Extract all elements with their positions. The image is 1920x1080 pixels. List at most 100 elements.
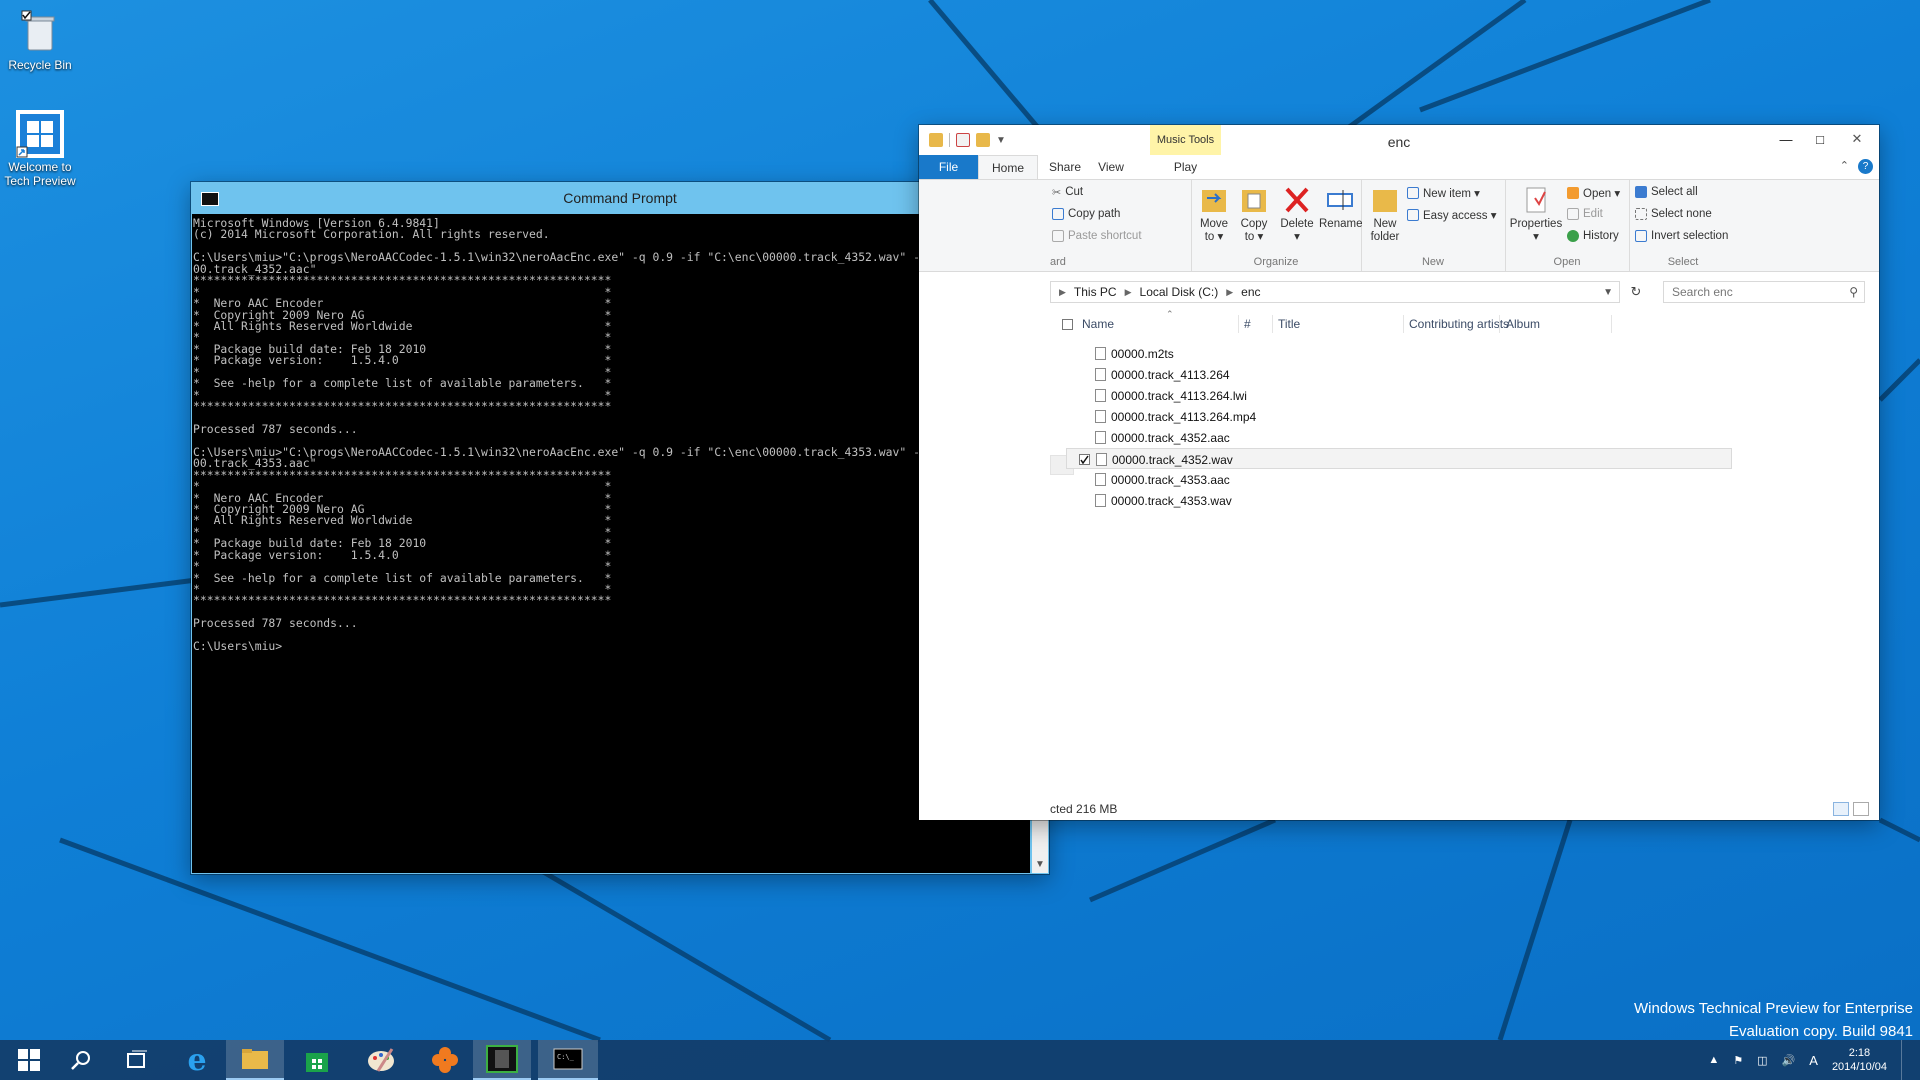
file-name: 00000.track_4352.aac xyxy=(1111,431,1230,445)
console-line: * Package build date: Feb 18 2010 * xyxy=(193,341,612,356)
ribbon-group-select: Select all Select none Invert selection … xyxy=(1629,180,1737,271)
breadcrumb-enc[interactable]: enc xyxy=(1241,285,1260,299)
file-row[interactable]: 00000.m2ts xyxy=(1066,343,1890,364)
edit-button[interactable]: Edit xyxy=(1567,208,1603,220)
console-line: * All Rights Reserved Worldwide * xyxy=(193,513,612,528)
breadcrumb-arrow-icon: ▶ xyxy=(1059,286,1066,297)
file-name: 00000.track_4113.264.mp4 xyxy=(1111,410,1257,424)
taskbar-store[interactable] xyxy=(288,1040,346,1080)
action-center-flag-icon[interactable]: ⚑ xyxy=(1733,1054,1743,1067)
show-hidden-icons-icon[interactable]: ▲ xyxy=(1708,1054,1719,1066)
rename-button[interactable]: Rename xyxy=(1319,184,1362,231)
search-button[interactable] xyxy=(52,1040,110,1080)
console-line: * * xyxy=(193,330,612,345)
sort-ascending-icon: ⌃ xyxy=(1166,309,1174,319)
network-icon[interactable]: ◫ xyxy=(1757,1054,1767,1067)
new-folder-icon xyxy=(1370,184,1400,216)
column-number[interactable]: # xyxy=(1244,317,1251,331)
column-title[interactable]: Title xyxy=(1278,317,1300,331)
file-icon xyxy=(1096,453,1107,466)
file-row[interactable]: 00000.track_4113.264.mp4 xyxy=(1066,406,1890,427)
select-all-checkbox[interactable] xyxy=(1062,319,1073,330)
file-row[interactable]: 00000.track_4113.264 xyxy=(1066,364,1890,385)
history-icon xyxy=(1567,230,1579,242)
file-row[interactable]: 00000.track_4353.wav xyxy=(1066,490,1890,511)
tab-home[interactable]: Home xyxy=(978,155,1038,179)
help-icon[interactable]: ? xyxy=(1858,159,1873,174)
show-desktop-button[interactable] xyxy=(1901,1040,1908,1080)
file-row[interactable]: 00000.track_4352.aac xyxy=(1066,427,1890,448)
console-line: * * xyxy=(193,582,612,596)
console-output[interactable]: Microsoft Windows [Version 6.4.9841] (c) … xyxy=(192,214,1030,873)
file-icon xyxy=(1095,368,1106,381)
column-album[interactable]: Album xyxy=(1506,317,1540,331)
file-row[interactable]: 00000.track_4352.wav xyxy=(1066,448,1732,469)
breadcrumb-this-pc[interactable]: This PC xyxy=(1074,285,1117,299)
new-folder-button[interactable]: New folder xyxy=(1367,184,1403,244)
taskbar-internet-explorer[interactable]: e xyxy=(168,1040,226,1080)
column-separator[interactable] xyxy=(1499,315,1500,333)
evaluation-watermark: Windows Technical Preview for Enterprise… xyxy=(1634,997,1913,1043)
file-explorer-window[interactable]: ▼ Music Tools enc — □ ✕ File Home Share … xyxy=(919,125,1879,820)
desktop-icon-welcome[interactable]: Welcome to Tech Preview xyxy=(0,110,80,188)
file-row[interactable]: 00000.track_4113.264.lwi xyxy=(1066,385,1890,406)
minimize-button[interactable]: — xyxy=(1771,128,1801,150)
easy-access-button[interactable]: Easy access ▾ xyxy=(1407,208,1497,222)
tab-share[interactable]: Share xyxy=(1043,155,1087,179)
maximize-button[interactable]: □ xyxy=(1805,128,1835,150)
tab-file[interactable]: File xyxy=(919,155,978,179)
breadcrumb-local-disk[interactable]: Local Disk (C:) xyxy=(1140,285,1219,299)
console-line: C:\Users\miu> xyxy=(193,639,283,654)
history-button[interactable]: History xyxy=(1567,230,1619,242)
volume-icon[interactable]: 🔊 xyxy=(1782,1054,1796,1067)
taskbar-paint-app[interactable] xyxy=(352,1040,410,1080)
cut-button[interactable]: ✂ Cut xyxy=(1052,186,1083,199)
tab-play[interactable]: Play xyxy=(1150,155,1221,179)
desktop-icon-recycle-bin[interactable]: Recycle Bin xyxy=(0,8,80,72)
console-line: * Package build date: Feb 18 2010 * xyxy=(193,536,612,551)
row-checkbox[interactable] xyxy=(1079,454,1090,465)
paste-shortcut-button[interactable]: Paste shortcut xyxy=(1052,230,1142,242)
copy-to-button[interactable]: Copy to ▾ xyxy=(1237,184,1271,244)
properties-button[interactable]: Properties ▾ xyxy=(1509,184,1563,244)
address-dropdown-icon[interactable]: ▼ xyxy=(1603,287,1613,298)
taskbar-command-prompt[interactable]: C:\_ xyxy=(538,1040,598,1080)
search-input[interactable]: Search enc ⚲ xyxy=(1663,281,1865,303)
column-separator[interactable] xyxy=(1238,315,1239,333)
explorer-titlebar[interactable]: ▼ Music Tools enc — □ ✕ xyxy=(919,125,1879,155)
scroll-down-icon[interactable]: ▼ xyxy=(1032,857,1048,873)
close-button[interactable]: ✕ xyxy=(1839,128,1875,150)
task-view-button[interactable] xyxy=(108,1040,166,1080)
move-to-button[interactable]: Move to ▾ xyxy=(1197,184,1231,244)
console-line: * See -help for a complete list of avail… xyxy=(193,570,612,585)
start-button[interactable] xyxy=(0,1040,58,1080)
new-item-button[interactable]: New item ▾ xyxy=(1407,186,1480,200)
column-contributing-artists[interactable]: Contributing artists xyxy=(1409,317,1509,331)
open-button[interactable]: Open ▾ xyxy=(1567,186,1620,200)
column-name[interactable]: Name xyxy=(1082,317,1114,331)
invert-selection-button[interactable]: Invert selection xyxy=(1635,230,1728,242)
console-line: ****************************************… xyxy=(193,273,612,288)
file-row[interactable]: 00000.track_4353.aac xyxy=(1066,469,1890,490)
column-separator[interactable] xyxy=(1272,315,1273,333)
select-none-button[interactable]: Select none xyxy=(1635,208,1712,220)
input-method-indicator[interactable]: A xyxy=(1809,1053,1818,1068)
tab-view[interactable]: View xyxy=(1089,155,1133,179)
clock[interactable]: 2:18 2014/10/04 xyxy=(1832,1046,1887,1074)
taskbar-clover-app[interactable] xyxy=(416,1040,474,1080)
column-separator[interactable] xyxy=(1611,315,1612,333)
address-bar[interactable]: ▶ This PC ▶ Local Disk (C:) ▶ enc ▼ xyxy=(1050,281,1620,303)
collapse-ribbon-icon[interactable]: ⌃ xyxy=(1840,159,1849,172)
rename-icon xyxy=(1325,184,1355,216)
taskbar-video-app[interactable] xyxy=(473,1040,531,1080)
column-separator[interactable] xyxy=(1403,315,1404,333)
select-all-button[interactable]: Select all xyxy=(1635,186,1698,198)
delete-button[interactable]: Delete ▾ xyxy=(1277,184,1317,244)
file-icon xyxy=(1095,473,1106,486)
file-icon xyxy=(1095,494,1106,507)
taskbar-file-explorer[interactable] xyxy=(226,1040,284,1080)
large-icons-view-icon[interactable] xyxy=(1853,802,1869,816)
copy-path-button[interactable]: Copy path xyxy=(1052,208,1120,220)
refresh-icon[interactable]: ↻ xyxy=(1625,281,1647,303)
details-view-icon[interactable] xyxy=(1833,802,1849,816)
